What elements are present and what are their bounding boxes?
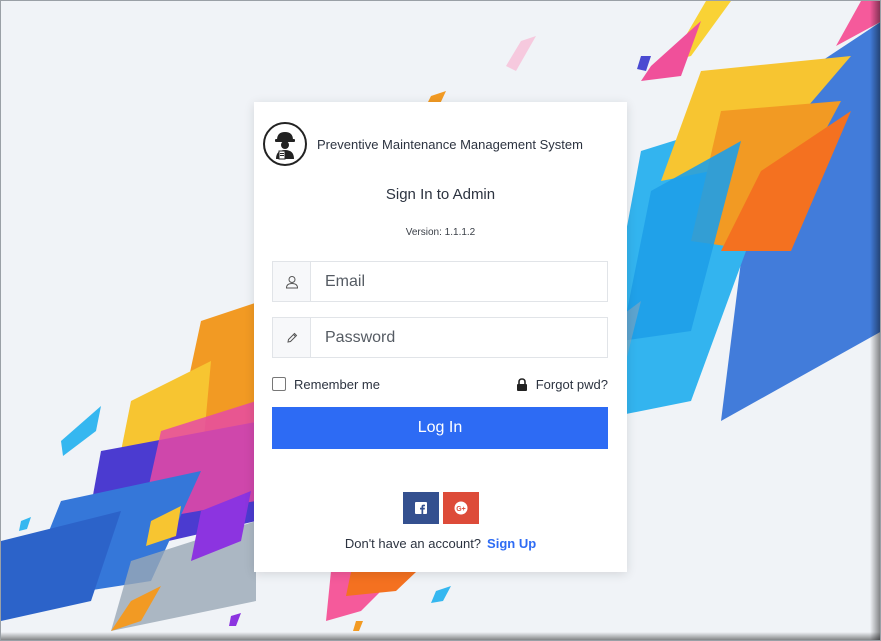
- email-field: [272, 261, 608, 302]
- login-card: Preventive Maintenance Management System…: [254, 102, 627, 572]
- forgot-password-link[interactable]: Forgot pwd?: [516, 377, 608, 392]
- facebook-icon: [414, 502, 427, 514]
- email-input[interactable]: [311, 262, 607, 301]
- remember-label: Remember me: [294, 376, 380, 392]
- app-title: Preventive Maintenance Management System: [317, 136, 583, 152]
- version-label: Version: 1.1.1.2: [405, 227, 476, 238]
- user-icon: [273, 262, 311, 301]
- brand-header: Preventive Maintenance Management System: [263, 120, 583, 168]
- social-login: G+: [254, 492, 627, 524]
- options-row: Remember me Forgot pwd?: [272, 375, 608, 393]
- lock-icon: [516, 377, 527, 391]
- signup-prompt: Don't have an account?: [344, 536, 482, 551]
- pencil-icon: [273, 318, 311, 357]
- remember-me[interactable]: Remember me: [272, 377, 380, 392]
- svg-text:G+: G+: [456, 506, 466, 513]
- google-plus-button[interactable]: G+: [442, 492, 479, 524]
- google-plus-icon: G+: [454, 501, 467, 515]
- forgot-label: Forgot pwd?: [535, 376, 608, 392]
- password-input[interactable]: [311, 318, 607, 357]
- facebook-button[interactable]: [402, 492, 439, 524]
- app-window: Preventive Maintenance Management System…: [0, 0, 881, 641]
- signin-heading: Sign In to Admin: [385, 186, 496, 203]
- signup-link[interactable]: Sign Up: [487, 536, 536, 551]
- password-field: [272, 317, 608, 358]
- signup-row: Don't have an account? Sign Up: [254, 536, 627, 551]
- worker-with-hardhat-icon: [263, 122, 307, 166]
- login-button[interactable]: Log In: [272, 407, 608, 449]
- remember-checkbox[interactable]: [272, 377, 286, 391]
